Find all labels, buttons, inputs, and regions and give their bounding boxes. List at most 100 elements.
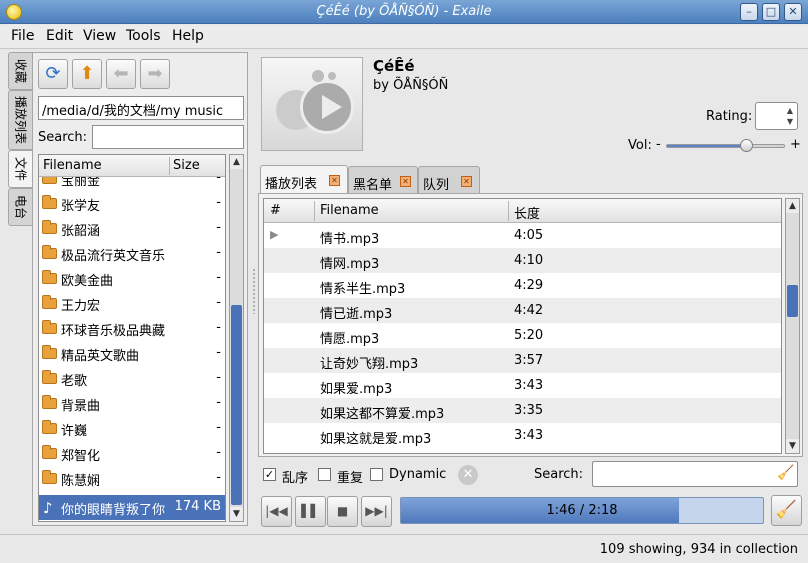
- file-row[interactable]: 极品流行英文音乐 -: [39, 241, 225, 266]
- playlist-row[interactable]: 情已逝.mp3 4:42: [264, 298, 781, 323]
- maximize-button[interactable]: □: [762, 3, 780, 21]
- track-filename: 情网.mp3: [320, 257, 380, 272]
- menu-file[interactable]: File: [11, 28, 34, 44]
- dynamic-checkbox[interactable]: [370, 468, 383, 481]
- previous-track-button[interactable]: |◀◀: [261, 496, 292, 527]
- close-button[interactable]: ✕: [784, 3, 802, 21]
- folder-icon: [42, 270, 57, 284]
- pause-button[interactable]: ▌▌: [295, 496, 326, 527]
- spin-down-icon[interactable]: ▼: [787, 117, 793, 126]
- clear-playlist-button[interactable]: ✕: [458, 465, 478, 485]
- file-list-scrollbar[interactable]: ▲ ▼: [229, 154, 244, 522]
- scroll-up-arrow-icon[interactable]: ▲: [230, 155, 243, 169]
- playlist-row[interactable]: 情系半生.mp3 4:29: [264, 273, 781, 298]
- file-row[interactable]: 王力宏 -: [39, 291, 225, 316]
- scroll-thumb[interactable]: [787, 285, 798, 317]
- track-filename: 情已逝.mp3: [320, 307, 393, 322]
- rating-label: Rating:: [706, 109, 753, 124]
- repeat-checkbox[interactable]: [318, 468, 331, 481]
- title-bar: ÇéÊé (by ÕÅÑ§ÓÑ) - Exaile – □ ✕: [0, 0, 808, 24]
- playlist-row[interactable]: 如果爱.mp3 3:43: [264, 373, 781, 398]
- next-icon: ▶▶|: [365, 504, 388, 518]
- file-row[interactable]: 郑智化 -: [39, 441, 225, 466]
- menu-help[interactable]: Help: [172, 28, 204, 44]
- playback-progress-bar[interactable]: 1:46 / 2:18: [400, 497, 764, 524]
- playlist[interactable]: # Filename 长度 ▶ 情书.mp3 4:05 情网.mp3 4:10 情系半生.…: [263, 198, 782, 454]
- playlist-row[interactable]: 如果这就是爱.mp3 3:43: [264, 423, 781, 448]
- back-button[interactable]: ⬅: [106, 59, 136, 89]
- file-size: -: [216, 345, 221, 360]
- menu-view[interactable]: View: [83, 28, 116, 44]
- album-art[interactable]: [261, 57, 363, 151]
- shuffle-checkbox[interactable]: ✓: [263, 468, 276, 481]
- file-row[interactable]: 陈慧娴 -: [39, 466, 225, 491]
- playlist-scrollbar[interactable]: ▲ ▼: [785, 198, 800, 454]
- column-length[interactable]: 长度: [514, 203, 540, 222]
- tab-queue-label: 队列: [423, 178, 450, 193]
- album-art-dot: [328, 72, 336, 80]
- scroll-down-arrow-icon[interactable]: ▼: [230, 507, 243, 521]
- rating-spinner[interactable]: ▲ ▼: [755, 102, 798, 130]
- menu-bar: File Edit View Tools Help: [0, 25, 808, 49]
- file-row[interactable]: 张韶涵 -: [39, 216, 225, 241]
- playlist-frame: # Filename 长度 ▶ 情书.mp3 4:05 情网.mp3 4:10 情系半生.…: [258, 193, 803, 457]
- file-row[interactable]: 环球音乐极品典藏 -: [39, 316, 225, 341]
- file-list[interactable]: 宝丽金 - 张学友 - 张韶涵 - 极品流行英文音乐 - 欧美金曲 - 王力宏 - 环球音乐极品典藏 - 精…: [38, 154, 226, 522]
- volume-slider[interactable]: [666, 144, 785, 148]
- close-tab-icon[interactable]: ✕: [400, 176, 411, 187]
- playlist-row[interactable]: ▶ 情书.mp3 4:05: [264, 223, 781, 248]
- file-search-input[interactable]: [92, 125, 244, 149]
- refresh-button[interactable]: ⟳: [38, 59, 68, 89]
- menu-edit[interactable]: Edit: [46, 28, 73, 44]
- folder-icon: [42, 195, 57, 209]
- track-length: 4:05: [514, 228, 544, 243]
- file-row[interactable]: 欧美金曲 -: [39, 266, 225, 291]
- path-input[interactable]: /media/d/我的文档/my music: [38, 96, 244, 120]
- file-row[interactable]: 精品英文歌曲 -: [39, 341, 225, 366]
- forward-button[interactable]: ➡: [140, 59, 170, 89]
- file-row[interactable]: ♪ 你的眼睛背叛了你 174 KB: [39, 495, 225, 520]
- minimize-button[interactable]: –: [740, 3, 758, 21]
- folder-icon: [42, 345, 57, 359]
- tab-playlists[interactable]: 播放列表: [8, 90, 32, 150]
- file-row[interactable]: 许巍 -: [39, 416, 225, 441]
- folder-icon: [42, 220, 57, 234]
- spin-up-icon[interactable]: ▲: [787, 106, 793, 115]
- next-track-button[interactable]: ▶▶|: [361, 496, 392, 527]
- column-track-number[interactable]: #: [270, 203, 281, 218]
- playlist-row[interactable]: 情网.mp3 4:10: [264, 248, 781, 273]
- stop-button[interactable]: ■: [327, 496, 358, 527]
- file-size: 174 KB: [174, 499, 221, 514]
- close-tab-icon[interactable]: ✕: [329, 175, 340, 186]
- tab-files[interactable]: 文件: [8, 150, 32, 188]
- scroll-up-arrow-icon[interactable]: ▲: [786, 199, 799, 213]
- file-row[interactable]: 背景曲 -: [39, 391, 225, 416]
- scroll-down-arrow-icon[interactable]: ▼: [786, 439, 799, 453]
- tab-collection[interactable]: 收藏: [8, 52, 32, 90]
- tab-playlist-current[interactable]: 播放列表 ✕: [260, 165, 348, 194]
- playlist-row[interactable]: 如果这都不算爱.mp3 3:35: [264, 398, 781, 423]
- up-directory-button[interactable]: ⬆: [72, 59, 102, 89]
- column-separator: [169, 157, 170, 175]
- status-bar: 109 showing, 934 in collection: [0, 534, 808, 563]
- pane-splitter[interactable]: [252, 268, 256, 314]
- playlist-row[interactable]: 情愿.mp3 5:20: [264, 323, 781, 348]
- tab-blacklist[interactable]: 黑名单 ✕: [348, 166, 418, 194]
- playlist-search-input[interactable]: 🧹: [592, 461, 798, 487]
- playlist-row[interactable]: 让奇妙飞翔.mp3 3:57: [264, 348, 781, 373]
- close-tab-icon[interactable]: ✕: [461, 176, 472, 187]
- scroll-thumb[interactable]: [231, 305, 242, 505]
- column-filename[interactable]: Filename: [43, 158, 102, 173]
- volume-slider-handle[interactable]: [740, 139, 753, 152]
- clear-search-broom-icon[interactable]: 🧹: [777, 465, 794, 483]
- tab-playlists-label: 播放列表: [13, 95, 27, 145]
- menu-tools[interactable]: Tools: [126, 28, 161, 44]
- file-row[interactable]: 老歌 -: [39, 366, 225, 391]
- clear-button[interactable]: 🧹: [771, 495, 802, 526]
- tab-radio[interactable]: 电台: [8, 188, 32, 226]
- column-size[interactable]: Size: [173, 158, 200, 173]
- file-row[interactable]: 张学友 -: [39, 191, 225, 216]
- column-filename[interactable]: Filename: [320, 203, 379, 218]
- track-length: 3:57: [514, 353, 544, 368]
- tab-queue[interactable]: 队列 ✕: [418, 166, 480, 194]
